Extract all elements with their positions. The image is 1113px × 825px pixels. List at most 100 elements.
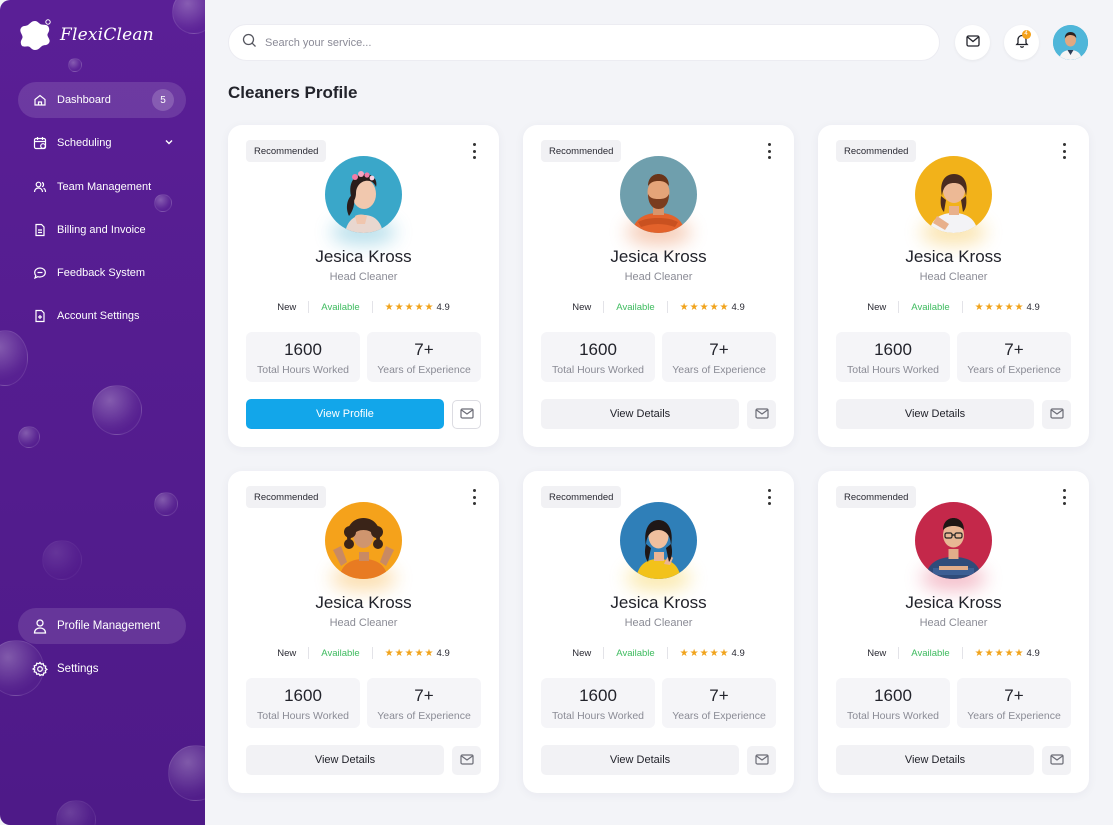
star-icon: ★ xyxy=(719,647,729,659)
recommended-tag: Recommended xyxy=(836,140,917,162)
rating-stars: ★ ★ ★ ★ ★ xyxy=(975,302,1024,313)
sidebar-item-settings[interactable]: Settings xyxy=(18,651,186,687)
page-title: Cleaners Profile xyxy=(228,83,358,102)
rating-stars: ★ ★ ★ ★ ★ xyxy=(680,648,729,659)
cleaner-role: Head Cleaner xyxy=(919,617,988,629)
sidebar-item-scheduling[interactable]: Scheduling xyxy=(18,125,186,161)
star-icon: ★ xyxy=(424,647,434,659)
divider xyxy=(898,301,900,313)
hours-stat: 1600 Total Hours Worked xyxy=(836,332,950,382)
star-icon: ★ xyxy=(414,647,424,659)
sidebar-item-label: Scheduling xyxy=(57,137,112,150)
cleaner-card: Recommended Jesica Kross Head Cleaner Ne… xyxy=(228,471,499,793)
app-logo[interactable]: FlexiClean xyxy=(18,18,154,52)
divider xyxy=(308,301,310,313)
notifications-button[interactable]: 4 xyxy=(1004,25,1039,60)
search-bar[interactable] xyxy=(228,24,940,61)
view-details-button[interactable]: View Details xyxy=(541,745,739,775)
decorative-bubble xyxy=(42,540,82,580)
messages-button[interactable] xyxy=(955,25,990,60)
cleaner-card: Recommended Jesica Kross Head Cleaner Ne… xyxy=(818,125,1089,447)
chevron-down-icon[interactable] xyxy=(164,137,174,150)
rating-value: 4.9 xyxy=(731,301,745,313)
sidebar: FlexiClean Dashboard 5 Scheduling Team M… xyxy=(0,0,205,825)
more-options-icon[interactable] xyxy=(469,489,479,505)
hours-label: Total Hours Worked xyxy=(846,364,939,376)
status-available: Available xyxy=(321,301,360,313)
search-input[interactable] xyxy=(265,36,865,49)
experience-value: 7+ xyxy=(709,340,729,359)
message-cleaner-button[interactable] xyxy=(747,746,776,775)
view-profile-button[interactable]: View Profile xyxy=(246,399,444,429)
mail-icon xyxy=(754,752,769,770)
cleaner-card: Recommended Jesica Kross Head Cleaner Ne… xyxy=(818,471,1089,793)
status-new: New xyxy=(867,647,887,659)
hours-label: Total Hours Worked xyxy=(551,710,644,722)
experience-value: 7+ xyxy=(414,340,434,359)
cleaner-name: Jesica Kross xyxy=(905,593,1002,612)
more-options-icon[interactable] xyxy=(469,143,479,159)
view-details-button[interactable]: View Details xyxy=(836,745,1034,775)
hours-value: 1600 xyxy=(874,686,912,705)
document-icon xyxy=(32,222,48,238)
sidebar-item-team-management[interactable]: Team Management xyxy=(18,169,186,205)
star-icon: ★ xyxy=(404,647,414,659)
sidebar-item-dashboard[interactable]: Dashboard 5 xyxy=(18,82,186,118)
experience-stat: 7+ Years of Experience xyxy=(662,332,776,382)
hours-label: Total Hours Worked xyxy=(846,710,939,722)
sidebar-item-label: Billing and Invoice xyxy=(57,223,146,236)
status-new: New xyxy=(867,301,887,313)
status-available: Available xyxy=(911,301,950,313)
star-icon: ★ xyxy=(699,301,709,313)
mail-icon xyxy=(459,752,474,770)
experience-label: Years of Experience xyxy=(672,710,766,722)
search-icon xyxy=(242,33,257,53)
star-icon: ★ xyxy=(709,301,719,313)
hours-label: Total Hours Worked xyxy=(256,710,349,722)
message-cleaner-button[interactable] xyxy=(1042,400,1071,429)
sidebar-item-feedback-system[interactable]: Feedback System xyxy=(18,255,186,291)
star-icon: ★ xyxy=(984,647,994,659)
sidebar-item-billing-and-invoice[interactable]: Billing and Invoice xyxy=(18,212,186,248)
star-icon: ★ xyxy=(689,647,699,659)
logo-icon xyxy=(18,18,52,52)
sidebar-item-label: Dashboard xyxy=(57,94,111,106)
decorative-bubble xyxy=(56,800,96,825)
view-details-button[interactable]: View Details xyxy=(541,399,739,429)
experience-label: Years of Experience xyxy=(377,710,471,722)
hours-stat: 1600 Total Hours Worked xyxy=(836,678,950,728)
cleaner-name: Jesica Kross xyxy=(610,247,707,266)
cleaner-photo xyxy=(915,156,992,233)
hours-value: 1600 xyxy=(284,340,322,359)
sidebar-item-profile-management[interactable]: Profile Management xyxy=(18,608,186,644)
message-cleaner-button[interactable] xyxy=(452,746,481,775)
view-details-button[interactable]: View Details xyxy=(246,745,444,775)
calendar-icon xyxy=(32,135,48,151)
cleaner-meta: New Available ★ ★ ★ ★ ★ 4.9 xyxy=(228,301,499,313)
user-icon xyxy=(32,618,48,634)
sidebar-item-account-settings[interactable]: Account Settings xyxy=(18,298,186,334)
star-icon: ★ xyxy=(1004,647,1014,659)
more-options-icon[interactable] xyxy=(764,143,774,159)
hours-value: 1600 xyxy=(284,686,322,705)
more-options-icon[interactable] xyxy=(1059,143,1069,159)
message-cleaner-button[interactable] xyxy=(747,400,776,429)
cleaner-photo xyxy=(620,502,697,579)
star-icon: ★ xyxy=(414,301,424,313)
message-cleaner-button[interactable] xyxy=(452,400,481,429)
view-details-button[interactable]: View Details xyxy=(836,399,1034,429)
recommended-tag: Recommended xyxy=(541,486,622,508)
cleaner-photo xyxy=(620,156,697,233)
more-options-icon[interactable] xyxy=(764,489,774,505)
star-icon: ★ xyxy=(709,647,719,659)
divider xyxy=(666,647,668,659)
message-cleaner-button[interactable] xyxy=(1042,746,1071,775)
sidebar-item-label: Profile Management xyxy=(57,620,160,632)
experience-value: 7+ xyxy=(709,686,729,705)
home-icon xyxy=(32,92,48,108)
more-options-icon[interactable] xyxy=(1059,489,1069,505)
cleaner-photo xyxy=(325,156,402,233)
rating-value: 4.9 xyxy=(436,647,450,659)
user-avatar[interactable] xyxy=(1053,25,1088,60)
recommended-tag: Recommended xyxy=(541,140,622,162)
